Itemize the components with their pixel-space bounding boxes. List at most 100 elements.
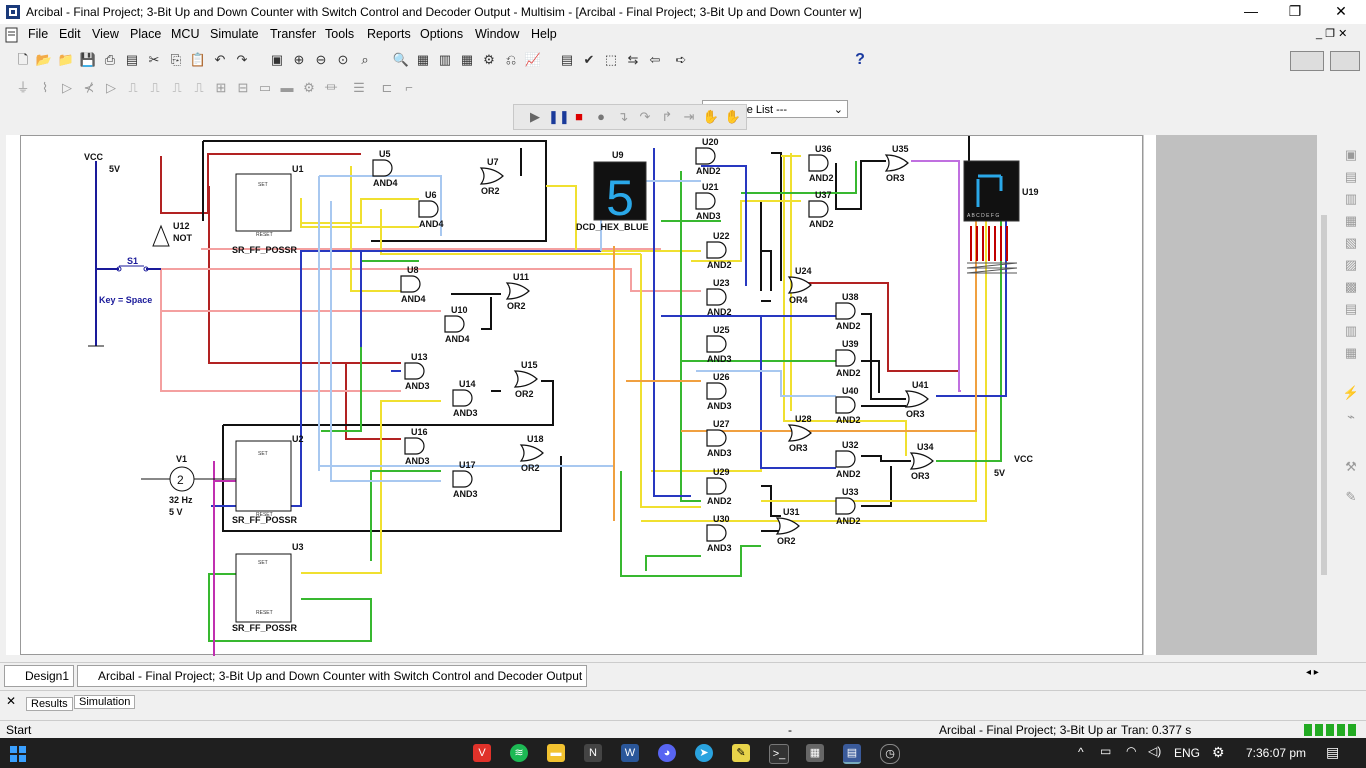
calculator-icon[interactable]: ▦ (806, 744, 824, 762)
u38-gate[interactable] (835, 302, 856, 320)
spreadsheet-icon[interactable]: ▦ (414, 51, 432, 69)
u10-gate[interactable] (444, 315, 465, 333)
u6-gate[interactable] (418, 200, 439, 218)
u29-gate[interactable] (706, 477, 727, 495)
logic-converter-icon[interactable]: ▥ (1342, 322, 1360, 340)
undo-icon[interactable]: ↶ (211, 51, 229, 69)
menu-place[interactable]: Place (130, 27, 161, 41)
menu-simulate[interactable]: Simulate (210, 27, 259, 41)
transfer-icon[interactable]: ➪ (672, 51, 690, 69)
menu-tools[interactable]: Tools (325, 27, 354, 41)
u37-gate[interactable] (808, 200, 829, 218)
tab-design1[interactable]: Design1 (4, 665, 75, 687)
bode-plotter-icon[interactable]: ▧ (1342, 234, 1360, 252)
counter-icon[interactable]: ▨ (1342, 256, 1360, 274)
electromechanical-icon[interactable]: ⏛ (322, 79, 340, 97)
grid-icon[interactable]: ▦ (458, 51, 476, 69)
ladder-icon[interactable]: ☰ (350, 79, 368, 97)
probe-icon[interactable]: ⚡ (1342, 384, 1360, 402)
menu-reports[interactable]: Reports (367, 27, 411, 41)
word-icon[interactable]: W (621, 744, 639, 762)
wattmeter-icon[interactable]: ▥ (1342, 190, 1360, 208)
u17-gate[interactable] (452, 470, 473, 488)
mixed-icon[interactable]: ⊞ (212, 79, 230, 97)
print-preview-icon[interactable]: ▤ (123, 51, 141, 69)
menu-mcu[interactable]: MCU (171, 27, 199, 41)
function-generator-icon[interactable]: ▤ (1342, 168, 1360, 186)
menu-transfer[interactable]: Transfer (270, 27, 316, 41)
menu-window[interactable]: Window (475, 27, 519, 41)
battery-icon[interactable]: ▭ (1100, 744, 1111, 758)
iv-analyzer-icon[interactable]: ▦ (1342, 344, 1360, 362)
u8-gate[interactable] (400, 275, 421, 293)
hierarchical-icon[interactable]: ⊏ (378, 79, 396, 97)
erc-icon[interactable]: ✔ (580, 51, 598, 69)
print-icon[interactable]: ⎙ (101, 51, 119, 69)
tab-scroll-arrows[interactable]: ◂ ▸ (1306, 667, 1319, 678)
scroll-thumb[interactable] (1321, 215, 1327, 575)
u24-gate[interactable] (787, 276, 812, 294)
measurement-probe-icon[interactable]: ✎ (1342, 488, 1360, 506)
settings-gear-icon[interactable]: ⚙ (1212, 744, 1225, 761)
restore-button[interactable]: ❐ (1272, 0, 1318, 24)
current-probe-icon[interactable]: ⌁ (1342, 408, 1360, 426)
menu-options[interactable]: Options (420, 27, 463, 41)
zoom-out-icon[interactable]: ⊖ (312, 51, 330, 69)
paste-icon[interactable]: 📋 (189, 51, 207, 69)
run-icon[interactable]: ▶ (526, 108, 544, 126)
copy-icon[interactable]: ⎘ (167, 51, 185, 69)
u27-gate[interactable] (706, 429, 727, 447)
save-icon[interactable]: 💾 (79, 51, 97, 69)
tab-results[interactable]: Results (26, 697, 73, 711)
u21-gate[interactable] (695, 192, 716, 210)
multisim-taskbar-icon[interactable]: ▤ (843, 744, 861, 764)
notion-icon[interactable]: N (584, 744, 602, 762)
close-button[interactable]: ✕ (1318, 0, 1364, 24)
zoom-in-icon[interactable]: ⊕ (290, 51, 308, 69)
diode-icon[interactable]: ▷ (58, 79, 76, 97)
bus-icon[interactable]: ⌐ (400, 79, 418, 97)
step-into-icon[interactable]: ↴ (614, 108, 632, 126)
discord-icon[interactable]: ◕ (658, 744, 676, 762)
open-icon[interactable]: 📂 (35, 51, 53, 69)
word-generator-icon[interactable]: ▩ (1342, 278, 1360, 296)
breakpoint-icon[interactable]: ✋ (702, 108, 720, 126)
wifi-icon[interactable]: ◠ (1126, 744, 1136, 758)
close-pane-icon[interactable]: ✕ (6, 694, 16, 708)
volume-icon[interactable]: ◁) (1148, 744, 1161, 758)
u26-gate[interactable] (706, 382, 727, 400)
logic-analyzer-icon[interactable]: ▤ (1342, 300, 1360, 318)
labview-icon[interactable]: ⚒ (1342, 458, 1360, 476)
u19-seven-segment[interactable] (963, 160, 1020, 222)
vertical-scrollbar[interactable] (1319, 135, 1329, 655)
stop-icon[interactable]: ■ (570, 108, 588, 126)
new-icon[interactable]: 🗋 (14, 51, 32, 69)
run-to-cursor-icon[interactable]: ⇥ (680, 108, 698, 126)
fullscreen-icon[interactable]: ▣ (268, 51, 286, 69)
redo-icon[interactable]: ↷ (233, 51, 251, 69)
u33-gate[interactable] (835, 497, 856, 515)
remove-breakpoints-icon[interactable]: ✋ (724, 108, 742, 126)
bom-icon[interactable]: ▤ (558, 51, 576, 69)
pause-icon[interactable]: ❚❚ (548, 108, 570, 126)
power-icon[interactable]: ▬ (278, 79, 296, 97)
menu-edit[interactable]: Edit (59, 27, 81, 41)
panel-toggle-icon[interactable] (1330, 51, 1360, 71)
document-icon[interactable] (4, 27, 20, 43)
back-annotate-icon[interactable]: ⇦ (646, 51, 664, 69)
u18-gate[interactable] (519, 444, 544, 462)
u13-gate[interactable] (404, 362, 425, 380)
basic-icon[interactable]: ⌇ (36, 79, 54, 97)
view-toggle-icon[interactable] (1290, 51, 1324, 71)
file-explorer-icon[interactable]: ▬ (547, 744, 565, 762)
select-icon[interactable]: ⬚ (602, 51, 620, 69)
tab-final-project[interactable]: Arcibal - Final Project; 3-Bit Up and Do… (77, 665, 588, 687)
component-wizard-icon[interactable]: ⚙ (480, 51, 498, 69)
misc-icon[interactable]: ▭ (256, 79, 274, 97)
u25-gate[interactable] (706, 335, 727, 353)
source-icon[interactable]: ⏚ (14, 79, 32, 97)
rf-icon[interactable]: ⚙ (300, 79, 318, 97)
step-icon[interactable]: ● (592, 108, 610, 126)
multimeter-icon[interactable]: ▣ (1342, 146, 1360, 164)
postprocessor-icon[interactable]: ⎌ (502, 51, 520, 69)
